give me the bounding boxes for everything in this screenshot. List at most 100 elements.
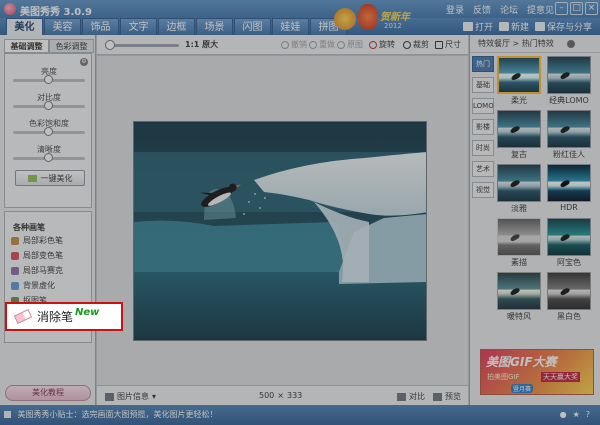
slider-knob[interactable] — [44, 75, 53, 84]
penguin-thumb — [559, 232, 571, 243]
penguin-thumb — [559, 124, 571, 135]
subtab-basic-adjust[interactable]: 基础调整 — [4, 39, 49, 53]
effect-item[interactable]: 黑白色 — [547, 272, 591, 322]
folder-icon — [462, 22, 473, 31]
effect-name: 淡雅 — [511, 204, 527, 213]
effect-category[interactable]: LOMO — [472, 98, 494, 114]
tab-frames[interactable]: 边框 — [158, 18, 195, 35]
effect-item[interactable]: 粉红佳人 — [547, 110, 591, 160]
effect-item[interactable]: 阿宝色 — [547, 218, 591, 268]
effect-item[interactable]: 柔光 — [497, 56, 541, 106]
rotate-button[interactable]: 旋转 — [369, 39, 395, 50]
adjust-subtabs: 基础调整 色彩调整 — [4, 39, 94, 53]
tab-flash[interactable]: 闪图 — [234, 18, 271, 35]
redo-button[interactable]: 重做 — [309, 39, 335, 50]
picture-icon — [105, 392, 114, 401]
tab-text[interactable]: 文字 — [120, 18, 157, 35]
gif-contest-ad[interactable]: 美图GIF大赛 拍美图GIF 天天赢大奖 暨月赛 — [480, 349, 594, 395]
minimize-button[interactable]: – — [555, 2, 568, 15]
penguin-thumb — [509, 178, 521, 189]
brush-icon — [11, 266, 19, 275]
save-share-button[interactable]: 保存与分享 — [534, 20, 592, 33]
new-badge: New — [75, 307, 100, 318]
compare-button[interactable]: 对比 — [397, 391, 425, 402]
brush-item[interactable]: 局部彩色笔 — [5, 233, 91, 248]
feedback-link[interactable]: 反馈 — [473, 3, 491, 16]
contrast-slider[interactable]: 对比度 — [13, 92, 85, 110]
crop-button[interactable]: 裁剪 — [403, 39, 429, 50]
main-tab-bar: 美化 美容 饰品 文字 边框 场景 闪图 娃娃 拼图 打开 新建 保存与分享 — [0, 18, 600, 35]
brush-label: 背景虚化 — [23, 281, 55, 290]
tab-scenes[interactable]: 场景 — [196, 18, 233, 35]
effects-panel: 特效餐厅 > 热门特效 热门 基础 LOMO 影楼 时尚 艺术 视觉 柔光 经典LOMO 复古 粉… — [469, 35, 600, 405]
festival-year: 2012 — [384, 22, 402, 30]
forum-link[interactable]: 论坛 — [500, 3, 518, 16]
effect-name: 暖特风 — [507, 312, 531, 321]
undo-button[interactable]: 撤销 — [281, 39, 307, 50]
resize-button[interactable]: 尺寸 — [435, 39, 461, 50]
effect-category[interactable]: 时尚 — [472, 140, 494, 156]
gear-icon[interactable] — [567, 40, 575, 48]
tab-beautify[interactable]: 美化 — [6, 18, 43, 35]
close-button[interactable]: × — [585, 2, 598, 15]
zoom-knob[interactable] — [105, 40, 115, 50]
open-button[interactable]: 打开 — [462, 20, 493, 33]
top-actions: 打开 新建 保存与分享 — [462, 18, 592, 35]
zoom-slider[interactable] — [105, 40, 179, 50]
tab-dolls[interactable]: 娃娃 — [272, 18, 309, 35]
effect-category[interactable]: 视觉 — [472, 182, 494, 198]
effect-name: 经典LOMO — [549, 96, 589, 105]
rotate-icon — [369, 40, 377, 49]
effect-thumbnail — [497, 110, 541, 148]
effect-item[interactable]: HDR — [547, 164, 591, 212]
effect-item[interactable]: 复古 — [497, 110, 541, 160]
brush-item[interactable]: 背景虚化 — [5, 278, 91, 293]
slider-knob[interactable] — [44, 127, 53, 136]
brightness-slider[interactable]: 亮度 — [13, 66, 85, 84]
penguin-thumb — [510, 71, 522, 82]
effect-category[interactable]: 影楼 — [472, 119, 494, 135]
settings-icon[interactable]: ⚙ — [80, 58, 88, 66]
brush-item[interactable]: 局部变色笔 — [5, 248, 91, 263]
title-links: 登录 反馈 论坛 提意见 — [446, 3, 554, 16]
canvas-area[interactable] — [97, 56, 468, 385]
help-icon[interactable]: ? — [586, 405, 590, 425]
sharpness-slider[interactable]: 清晰度 — [13, 144, 85, 162]
penguin-thumb — [509, 286, 521, 297]
photo-penguin-iceberg[interactable] — [133, 121, 427, 341]
penguin-thumb — [509, 124, 521, 135]
original-button[interactable]: 原图 — [337, 39, 363, 50]
effect-name: 复古 — [511, 150, 527, 159]
slider-knob[interactable] — [44, 153, 53, 162]
effect-category[interactable]: 艺术 — [472, 161, 494, 177]
effect-item[interactable]: 淡雅 — [497, 164, 541, 214]
one-click-beautify-button[interactable]: 一键美化 — [15, 170, 85, 186]
zoom-original-button[interactable]: 1:1 原大 — [185, 39, 218, 50]
image-info-button[interactable]: 图片信息 ▾ — [105, 391, 156, 402]
effect-item[interactable]: 暖特风 — [497, 272, 541, 322]
new-button[interactable]: 新建 — [498, 20, 529, 33]
effect-item[interactable]: 素描 — [497, 218, 541, 268]
status-tip: 美图秀秀小贴士：选完画面大图预揽，美化图片更轻松！ — [17, 410, 218, 419]
penguin-thumb — [559, 178, 571, 189]
effect-category[interactable]: 热门 — [472, 56, 494, 72]
maximize-button[interactable]: □ — [570, 2, 583, 15]
subtab-color-adjust[interactable]: 色彩调整 — [49, 39, 94, 53]
main-tabs: 美化 美容 饰品 文字 边框 场景 闪图 娃娃 拼图 — [6, 18, 348, 35]
suggestion-link[interactable]: 提意见 — [527, 3, 554, 16]
tab-beauty[interactable]: 美容 — [44, 18, 81, 35]
preview-button[interactable]: 预览 — [433, 391, 461, 402]
tab-accessories[interactable]: 饰品 — [82, 18, 119, 35]
weibo-icon[interactable]: ● — [560, 405, 567, 425]
beauty-tutorial-button[interactable]: 美化教程 — [5, 385, 91, 401]
app-title: 美图秀秀 3.0.9 — [20, 7, 92, 18]
effect-item[interactable]: 经典LOMO — [547, 56, 591, 106]
eraser-brush-highlight[interactable]: 消除笔 New — [5, 302, 123, 331]
brush-item[interactable]: 局部马赛克 — [5, 263, 91, 278]
effect-category[interactable]: 基础 — [472, 77, 494, 93]
status-icons: ● ★ ? — [560, 405, 590, 425]
qzone-icon[interactable]: ★ — [573, 405, 580, 425]
saturation-slider[interactable]: 色彩饱和度 — [13, 118, 85, 136]
login-link[interactable]: 登录 — [446, 3, 464, 16]
slider-knob[interactable] — [44, 101, 53, 110]
